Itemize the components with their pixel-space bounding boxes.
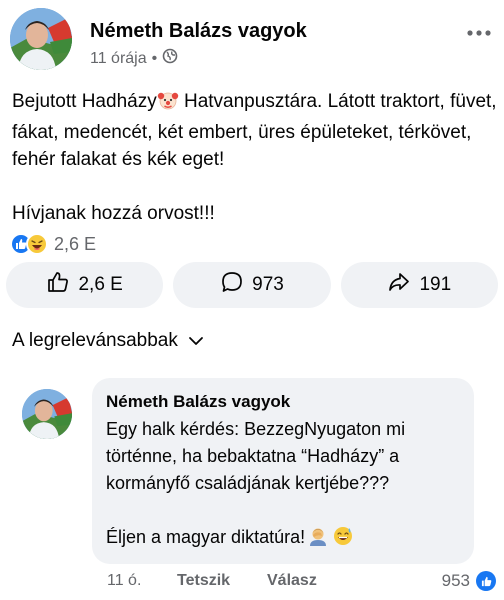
comment-count: 973 bbox=[252, 274, 284, 295]
comment-footer: 11 ó. Tetszik Válasz bbox=[107, 572, 487, 596]
comment-text: Egy halk kérdés: BezzegNyugaton mi törté… bbox=[106, 416, 460, 555]
post-text: Bejutott Hadházy Hatvanpusztára. Látott … bbox=[12, 88, 498, 227]
sort-label: A legrelevánsabbak bbox=[12, 330, 178, 351]
post-time[interactable]: 11 órája bbox=[90, 50, 147, 68]
reaction-count: 2,6 E bbox=[54, 233, 97, 254]
more-options-icon[interactable] bbox=[466, 20, 492, 43]
post-header: Németh Balázs vagyok 11 órája • bbox=[10, 8, 494, 70]
comment-author-avatar[interactable] bbox=[22, 389, 72, 439]
post-text-part1: Bejutott Hadházy bbox=[12, 91, 157, 112]
like-button[interactable]: 2,6 E bbox=[6, 262, 164, 308]
meta-separator: • bbox=[151, 49, 158, 67]
comment-text-part2: Éljen a magyar diktatúra! bbox=[106, 527, 306, 547]
comment-like-count: 953 bbox=[441, 571, 470, 590]
comment-reply-button[interactable]: Válasz bbox=[267, 572, 317, 590]
comment-author-name[interactable]: Németh Balázs vagyok bbox=[106, 392, 460, 412]
comment-bubble: Németh Balázs vagyok Egy halk kérdés: Be… bbox=[92, 378, 474, 564]
facepalm-emoji bbox=[307, 525, 329, 555]
haha-reaction-icon bbox=[26, 233, 48, 255]
thumbs-up-icon bbox=[46, 270, 70, 300]
share-button[interactable]: 191 bbox=[340, 262, 498, 308]
post-meta: 11 órája • bbox=[90, 48, 178, 69]
sweat-smile-emoji bbox=[332, 525, 354, 555]
post-author-name[interactable]: Németh Balázs vagyok bbox=[90, 20, 307, 43]
post-paragraph-1: Bejutott Hadházy Hatvanpusztára. Látott … bbox=[12, 88, 498, 173]
comment-icon bbox=[220, 270, 244, 300]
comment-like-summary[interactable]: 953 bbox=[442, 571, 496, 591]
globe-icon bbox=[162, 48, 178, 69]
post-actions: 2,6 E 973 191 bbox=[6, 262, 498, 308]
reaction-summary[interactable]: 2,6 E bbox=[10, 232, 96, 256]
share-count: 191 bbox=[419, 274, 452, 295]
author-avatar[interactable] bbox=[10, 8, 72, 70]
like-count: 2,6 E bbox=[78, 274, 123, 295]
like-reaction-icon bbox=[476, 571, 496, 591]
comment-paragraph-1: Egy halk kérdés: BezzegNyugaton mi törté… bbox=[106, 419, 406, 493]
clown-emoji bbox=[157, 89, 179, 119]
comment-paragraph-2: Éljen a magyar diktatúra! bbox=[106, 524, 460, 555]
share-icon bbox=[387, 270, 411, 300]
comment-time[interactable]: 11 ó. bbox=[107, 572, 141, 590]
comment-button[interactable]: 973 bbox=[173, 262, 331, 308]
comment-sort-dropdown[interactable]: A legrelevánsabbak bbox=[12, 330, 204, 352]
post-paragraph-2: Hívjanak hozzá orvost!!! bbox=[12, 203, 215, 224]
chevron-down-icon bbox=[188, 330, 204, 352]
comment-like-button[interactable]: Tetszik bbox=[177, 572, 230, 590]
